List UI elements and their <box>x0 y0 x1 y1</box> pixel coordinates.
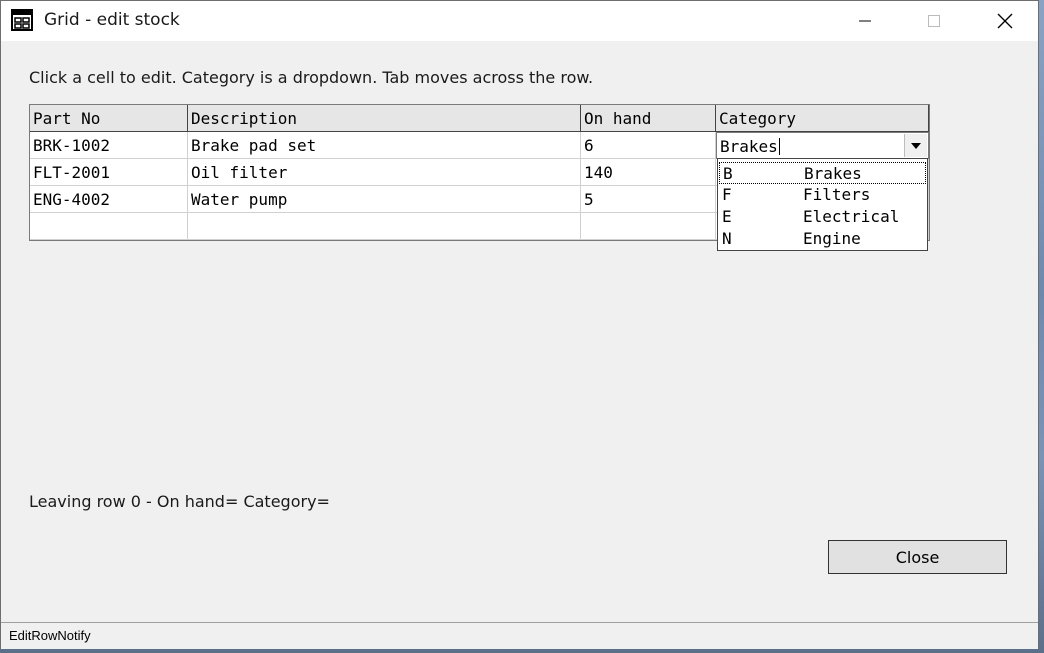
title-bar[interactable]: Grid - edit stock <box>1 1 1038 41</box>
option-code: E <box>722 207 732 226</box>
option-code: B <box>723 164 733 183</box>
cell-on-hand[interactable]: 6 <box>581 132 716 159</box>
cell-on-hand[interactable] <box>581 213 716 240</box>
cell-on-hand[interactable]: 140 <box>581 159 716 186</box>
cell-part-no[interactable] <box>30 213 188 240</box>
cell-on-hand[interactable]: 5 <box>581 186 716 213</box>
option-code: F <box>722 185 732 204</box>
instructions-label: Click a cell to edit. Category is a drop… <box>29 68 594 87</box>
cell-description[interactable]: Oil filter <box>188 159 581 186</box>
cell-description[interactable]: Water pump <box>188 186 581 213</box>
cell-part-no[interactable]: FLT-2001 <box>30 159 188 186</box>
main-window: Grid - edit stock Click a cell to edit. … <box>0 0 1039 649</box>
column-header-part-no[interactable]: Part No <box>30 105 188 132</box>
chevron-down-icon <box>911 142 921 149</box>
category-combo-value: Brakes <box>720 137 778 156</box>
option-name: Engine <box>803 229 861 248</box>
option-name: Filters <box>803 185 871 204</box>
column-header-on-hand[interactable]: On hand <box>581 105 716 132</box>
grid-window-icon <box>11 9 33 31</box>
column-header-description[interactable]: Description <box>188 105 581 132</box>
cell-part-no[interactable]: BRK-1002 <box>30 132 188 159</box>
minimize-button[interactable] <box>842 1 888 41</box>
close-button[interactable]: Close <box>828 540 1007 574</box>
row-status-message: Leaving row 0 - On hand= Category= <box>29 492 330 511</box>
maximize-icon <box>928 15 940 27</box>
cell-part-no[interactable]: ENG-4002 <box>30 186 188 213</box>
category-dropdown-list[interactable]: B Brakes F Filters E Electrical N Engine <box>717 158 928 251</box>
option-code: N <box>722 229 732 248</box>
text-caret <box>778 138 780 155</box>
dropdown-option-filters[interactable]: F Filters <box>719 184 926 206</box>
close-icon <box>997 13 1013 29</box>
window-close-button[interactable] <box>982 1 1028 41</box>
option-name: Brakes <box>804 164 862 183</box>
cell-description[interactable] <box>188 213 581 240</box>
maximize-button[interactable] <box>911 1 957 41</box>
dropdown-option-electrical[interactable]: E Electrical <box>719 206 926 228</box>
dropdown-option-brakes[interactable]: B Brakes <box>719 162 926 184</box>
dropdown-option-engine[interactable]: N Engine <box>719 228 926 250</box>
option-name: Electrical <box>803 207 900 226</box>
grid-header-row: Part No Description On hand Category <box>30 105 929 132</box>
window-title: Grid - edit stock <box>44 10 180 30</box>
status-bar: EditRowNotify <box>1 622 1038 649</box>
category-combo-editor[interactable]: Brakes <box>716 132 929 159</box>
status-bar-text: EditRowNotify <box>9 628 91 643</box>
cell-description[interactable]: Brake pad set <box>188 132 581 159</box>
combo-dropdown-button[interactable] <box>904 134 927 157</box>
minimize-icon <box>859 20 871 22</box>
column-header-category[interactable]: Category <box>716 105 929 132</box>
